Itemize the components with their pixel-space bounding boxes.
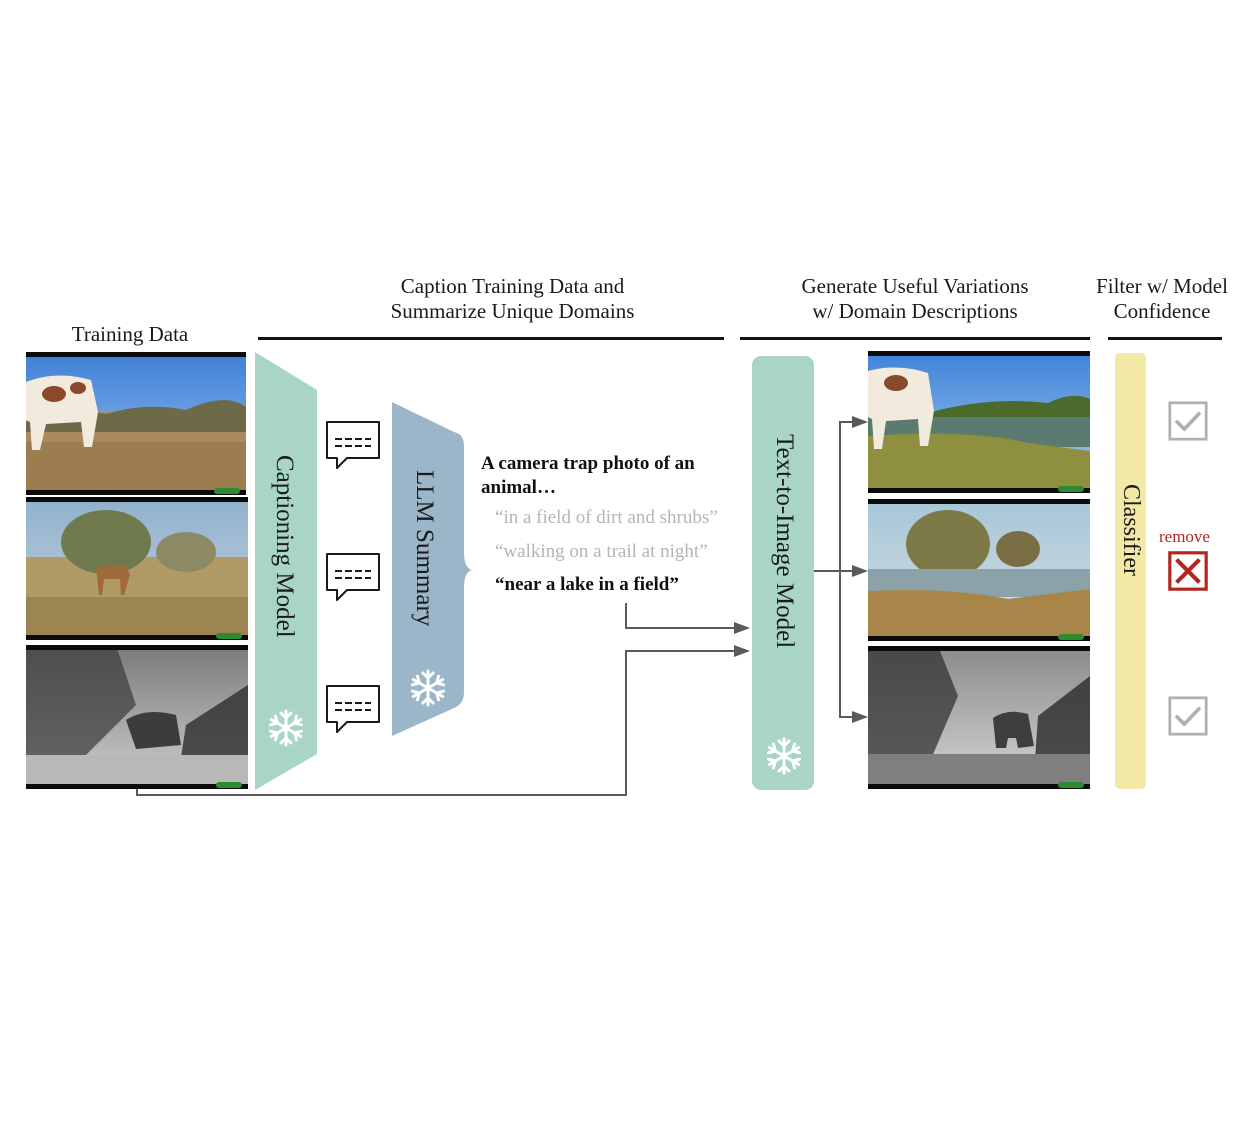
x-icon	[1168, 551, 1208, 591]
arrow-image-to-t2i	[136, 645, 750, 796]
check-icon	[1168, 696, 1208, 736]
remove-label: remove	[1159, 527, 1210, 546]
check-icon	[1168, 401, 1208, 441]
arrow-t2i-to-gen3	[839, 571, 868, 723]
arrow-t2i-to-gen1	[814, 416, 868, 572]
arrow-domain-to-t2i	[625, 603, 750, 634]
classifier-label: Classifier	[1118, 484, 1144, 576]
text-to-image-model-label: Text-to-Image Model	[771, 434, 798, 649]
generated-image-cow-lake	[868, 351, 1090, 493]
generated-image-lake-trees	[868, 499, 1090, 641]
snowflake-icon	[765, 737, 803, 775]
generated-image-elephant-water	[868, 646, 1090, 789]
